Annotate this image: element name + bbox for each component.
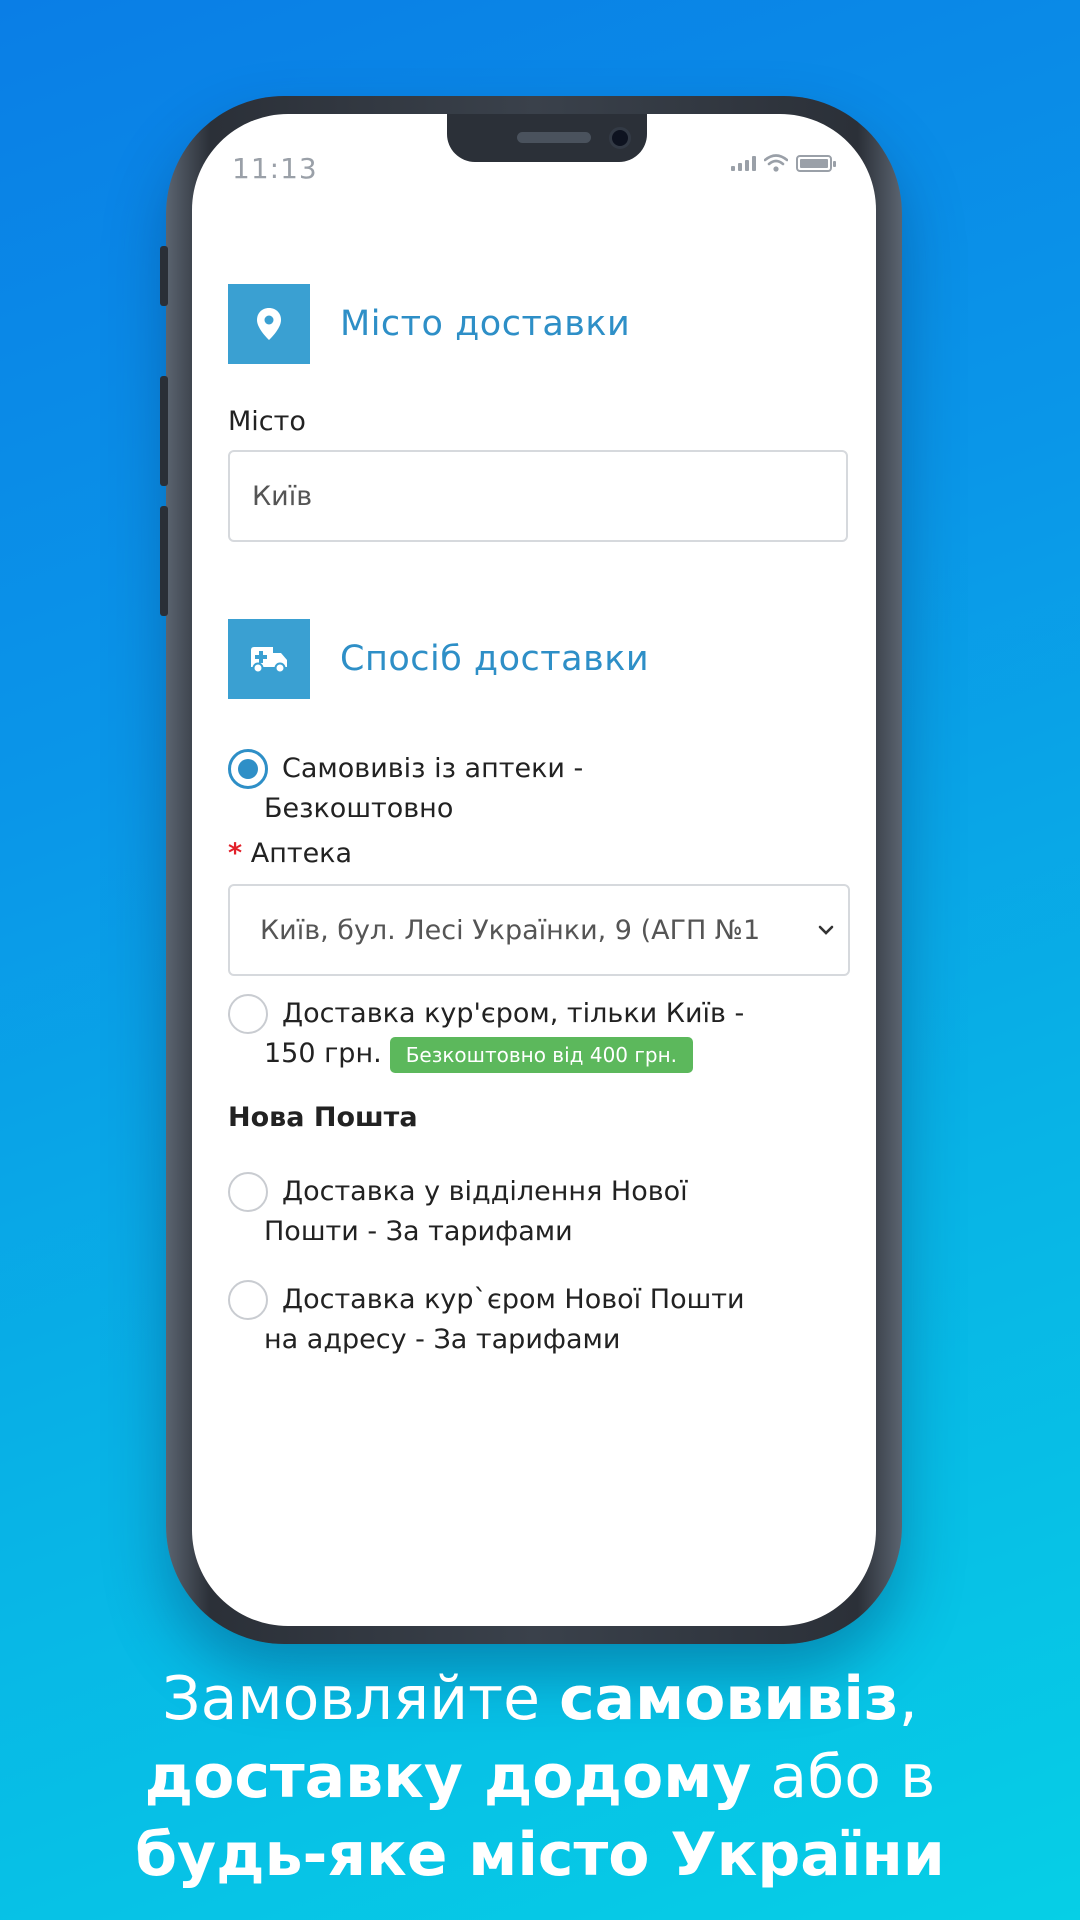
phone-volume-down <box>160 506 168 616</box>
city-section-header: Місто доставки <box>228 284 630 364</box>
city-input[interactable] <box>228 450 848 542</box>
phone-frame: 11:13 Місто доставки Місто Київ Спосіб д… <box>160 96 902 1644</box>
delivery-section-header: Спосіб доставки <box>228 619 649 699</box>
courier-label-line1: Доставка кур'єром, тільки Київ - <box>282 998 745 1029</box>
pickup-label: Самовивіз із аптеки - Безкоштовно <box>228 749 848 829</box>
caption-l1-regular: Замовляйте <box>162 1664 560 1734</box>
pharmacy-label-text: Аптека <box>250 838 353 869</box>
caption-line-1: Замовляйте самовивіз, <box>0 1660 1080 1738</box>
required-asterisk: * <box>228 838 243 869</box>
free-delivery-badge: Безкоштовно від 400 грн. <box>389 1036 694 1073</box>
pickup-label-line2: Безкоштовно <box>264 793 454 824</box>
front-camera <box>609 127 631 149</box>
courier-label: Доставка кур'єром, тільки Київ - 150 грн… <box>228 994 848 1074</box>
wifi-icon <box>764 154 788 172</box>
caption-l2-regular: або в <box>751 1742 936 1812</box>
np-branch-label: Доставка у відділення Нової Пошти - За т… <box>228 1172 848 1252</box>
status-time: 11:13 <box>232 152 318 185</box>
courier-option[interactable]: Доставка кур'єром, тільки Київ - 150 грн… <box>228 994 848 1074</box>
pickup-label-line1: Самовивіз із аптеки - <box>282 753 584 784</box>
caption-l1-end: , <box>898 1664 918 1734</box>
np-branch-option[interactable]: Доставка у відділення Нової Пошти - За т… <box>228 1172 848 1252</box>
pharmacy-select-value: Київ, бул. Лесі Українки, 9 (АГП №1 <box>260 914 761 946</box>
caption-l2-bold: доставку додому <box>144 1742 752 1812</box>
caption-line-2: доставку додому або в <box>0 1738 1080 1816</box>
speaker <box>517 132 591 143</box>
chevron-down-icon <box>818 925 834 935</box>
notch <box>447 114 647 162</box>
delivery-section-title: Спосіб доставки <box>340 639 650 679</box>
courier-label-line2: 150 грн. Безкоштовно від 400 грн. <box>246 1034 848 1074</box>
map-pin-icon <box>228 284 310 364</box>
status-icons <box>731 154 836 172</box>
courier-radio[interactable] <box>228 994 268 1034</box>
np-courier-radio[interactable] <box>228 1280 268 1320</box>
battery-icon <box>796 154 836 172</box>
np-branch-label-line1: Доставка у відділення Нової <box>282 1176 688 1207</box>
promo-caption: Замовляйте самовивіз, доставку додому аб… <box>0 1660 1080 1894</box>
np-courier-label-line1: Доставка кур`єром Нової Пошти <box>282 1284 745 1315</box>
np-courier-option[interactable]: Доставка кур`єром Нової Пошти на адресу … <box>228 1280 848 1360</box>
phone-screen: 11:13 Місто доставки Місто Київ Спосіб д… <box>192 114 876 1626</box>
caption-line-3: будь-яке місто України <box>0 1816 1080 1894</box>
city-section-title: Місто доставки <box>340 304 631 344</box>
pickup-option[interactable]: Самовивіз із аптеки - Безкоштовно <box>228 749 848 829</box>
city-field-label: Місто <box>228 406 306 437</box>
pharmacy-select[interactable]: Київ, бул. Лесі Українки, 9 (АГП №1 <box>228 884 850 976</box>
cellular-signal-icon <box>731 155 756 171</box>
phone-volume-up <box>160 376 168 486</box>
phone-silent-switch <box>160 246 168 306</box>
np-courier-label: Доставка кур`єром Нової Пошти на адресу … <box>228 1280 848 1360</box>
nova-poshta-group-title: Нова Пошта <box>228 1102 418 1133</box>
np-courier-label-line2: на адресу - За тарифами <box>264 1324 621 1355</box>
np-branch-radio[interactable] <box>228 1172 268 1212</box>
pickup-radio[interactable] <box>228 749 268 789</box>
ambulance-icon <box>228 619 310 699</box>
caption-l3-bold: будь-яке місто України <box>135 1820 945 1890</box>
pharmacy-field-label: * Аптека <box>228 838 352 869</box>
np-branch-label-line2: Пошти - За тарифами <box>264 1216 573 1247</box>
caption-l1-bold: самовивіз <box>559 1664 899 1734</box>
courier-price: 150 грн. <box>264 1038 382 1069</box>
